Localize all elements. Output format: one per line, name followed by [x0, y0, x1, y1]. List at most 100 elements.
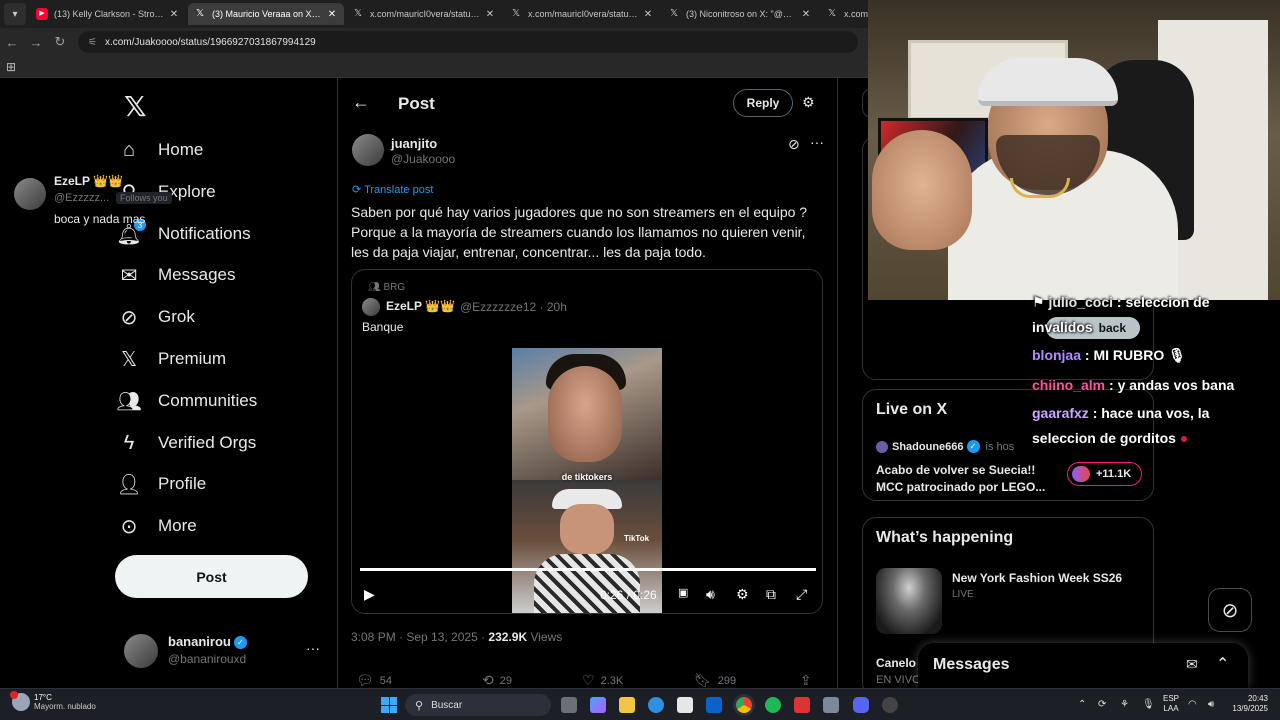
- pip-icon[interactable]: ⧉: [766, 586, 776, 603]
- tray-chevron-icon[interactable]: ⌃: [1078, 699, 1086, 710]
- nav-item-home[interactable]: ⌂ Home: [116, 130, 203, 170]
- more-dots-icon[interactable]: ···: [306, 640, 320, 656]
- reply-text: boca y nada mas: [54, 212, 146, 226]
- like-action[interactable]: ♡ 2.3K: [582, 672, 694, 688]
- reload-icon[interactable]: ↻: [48, 34, 72, 50]
- quote-avatar[interactable]: [362, 298, 380, 316]
- share-action[interactable]: ⇪: [800, 672, 818, 688]
- nav-item-messages[interactable]: ✉ Messages: [116, 255, 236, 295]
- tab-search-button[interactable]: ▾: [4, 3, 26, 25]
- reply-author-name[interactable]: EzeLP 👑👑: [54, 174, 123, 188]
- trend-image[interactable]: [876, 568, 942, 634]
- nav-label: Home: [158, 140, 204, 159]
- nav-item-more[interactable]: ⊙ More: [116, 506, 197, 546]
- video-player[interactable]: de tiktokers TikTok: [512, 348, 662, 613]
- copilot-icon[interactable]: [590, 697, 606, 713]
- nav-item-premium[interactable]: 𝕏 Premium: [116, 339, 226, 379]
- community-name: BRG: [383, 282, 406, 293]
- close-tab-icon[interactable]: ✕: [642, 9, 654, 20]
- x-logo-icon[interactable]: 𝕏: [124, 90, 147, 123]
- browser-tab[interactable]: ▶ (13) Kelly Clarkson - Stronger (W ✕: [30, 3, 186, 25]
- discord-icon[interactable]: [853, 697, 869, 713]
- store-icon[interactable]: [677, 697, 693, 713]
- browser-tab[interactable]: 𝕏x.com/mauricI0vera/status/196 ✕: [346, 3, 502, 25]
- post-button[interactable]: Post: [115, 555, 308, 598]
- streamer-cap: [978, 58, 1118, 106]
- outlook-icon[interactable]: [706, 697, 722, 713]
- reply-avatar[interactable]: [14, 178, 46, 210]
- grok-fab-button[interactable]: ⊘: [1208, 588, 1252, 632]
- more-dots-icon[interactable]: ···: [810, 134, 824, 150]
- home-icon: ⌂: [122, 138, 136, 161]
- app-icon[interactable]: [882, 697, 898, 713]
- close-tab-icon[interactable]: ✕: [800, 9, 812, 20]
- system-clock[interactable]: 20:43 13/9/2025: [1226, 694, 1268, 714]
- back-arrow-icon[interactable]: ←: [0, 35, 24, 50]
- spotify-icon[interactable]: [765, 697, 781, 713]
- reply-action[interactable]: 💬︎ 54: [356, 672, 482, 688]
- nav-item-profile[interactable]: 👤︎ Profile: [116, 464, 206, 504]
- forward-arrow-icon[interactable]: →: [24, 35, 48, 50]
- nav-item-communities[interactable]: 👥︎ Communities: [116, 381, 257, 421]
- nav-item-grok[interactable]: ⊘ Grok: [116, 297, 195, 337]
- volume-icon[interactable]: 🔊︎: [1208, 699, 1214, 710]
- wifi-icon[interactable]: ◠: [1188, 699, 1197, 710]
- trend-item-title[interactable]: Canelo: [876, 656, 916, 670]
- sliders-icon[interactable]: ⚙: [802, 94, 815, 111]
- translate-post-link[interactable]: ⟳ Translate post: [352, 183, 433, 196]
- close-tab-icon[interactable]: ✕: [168, 9, 180, 20]
- back-arrow-icon[interactable]: ←: [352, 92, 370, 113]
- browser-tab-active[interactable]: 𝕏 (3) Mauricio Veraaa on X: "https: ✕: [188, 3, 344, 25]
- app-icon[interactable]: [823, 697, 839, 713]
- windows-start-icon[interactable]: [381, 697, 397, 713]
- video-app-icon[interactable]: [794, 697, 810, 713]
- tray-app-icon[interactable]: ⟳: [1098, 699, 1106, 710]
- community-label[interactable]: 👥︎ BRG: [368, 282, 405, 293]
- close-tab-icon[interactable]: ✕: [326, 9, 338, 20]
- site-info-icon[interactable]: ⚟: [88, 37, 97, 48]
- close-tab-icon[interactable]: ✕: [484, 9, 496, 20]
- chat-text: : MI RUBRO: [1081, 347, 1165, 363]
- streamer-hand: [872, 130, 972, 250]
- task-view-icon[interactable]: [561, 697, 577, 713]
- grok-icon[interactable]: ⊘: [788, 136, 800, 153]
- edge-icon[interactable]: [648, 697, 664, 713]
- nav-item-verified-orgs[interactable]: ϟ Verified Orgs: [116, 423, 257, 463]
- live-listeners[interactable]: +11.1K: [1067, 462, 1143, 486]
- author-handle[interactable]: @Juakoooo: [391, 152, 455, 166]
- account-switcher[interactable]: bananirou ✓ @bananirouxd ···: [124, 632, 324, 672]
- fullscreen-icon[interactable]: ⤢: [796, 586, 807, 603]
- expand-icon[interactable]: ⌃: [1216, 654, 1229, 674]
- microphone-icon[interactable]: 🎙︎: [1142, 699, 1155, 710]
- messages-drawer[interactable]: Messages ✉ ⌃: [918, 643, 1248, 688]
- play-icon[interactable]: ▶: [364, 586, 375, 603]
- input-language[interactable]: ESP LAA: [1163, 694, 1179, 714]
- nav-label: Messages: [158, 265, 236, 284]
- chat-user: blonjaa: [1032, 347, 1082, 363]
- weather-widget[interactable]: 17°C Mayorm. nublado: [10, 691, 96, 711]
- apps-grid-icon[interactable]: ⊞: [6, 60, 16, 74]
- volume-icon[interactable]: 🔊︎: [706, 586, 715, 603]
- file-explorer-icon[interactable]: [619, 697, 635, 713]
- url-input[interactable]: ⚟ x.com/Juakoooo/status/19669270318679941…: [78, 31, 858, 53]
- browser-tab[interactable]: 𝕏x.com/mauricI0vera/status/196 ✕: [504, 3, 660, 25]
- reply-button[interactable]: Reply: [733, 89, 793, 117]
- trend-item-title[interactable]: New York Fashion Week SS26: [952, 571, 1122, 585]
- author-name[interactable]: juanjito: [391, 136, 437, 151]
- captions-icon[interactable]: ▣: [678, 586, 688, 599]
- settings-gear-icon[interactable]: ⚙: [736, 586, 749, 603]
- repost-action[interactable]: ⟲ 29: [482, 672, 582, 688]
- taskbar-search[interactable]: ⚲ Buscar: [405, 694, 551, 716]
- quote-author-name[interactable]: EzeLP 👑👑: [386, 299, 455, 313]
- live-host[interactable]: Shadoune666 ✓ is hos: [876, 440, 1014, 453]
- chrome-icon[interactable]: [736, 697, 752, 713]
- author-avatar[interactable]: [352, 134, 384, 166]
- quoted-post[interactable]: 👥︎ BRG EzeLP 👑👑 @Ezzzzzze12 · 20h Banque…: [351, 269, 823, 614]
- compose-message-icon[interactable]: ✉: [1186, 656, 1198, 673]
- bookmark-action[interactable]: 🔖︎ 299: [694, 672, 800, 688]
- video-progress-bar[interactable]: [360, 568, 816, 571]
- tray-app-icon[interactable]: ⚘: [1120, 699, 1129, 710]
- browser-tab[interactable]: 𝕏 (3) Niconitroso on X: "@banan ✕: [662, 3, 818, 25]
- chat-text: : hace una vos, la: [1088, 405, 1210, 421]
- post-timestamp: 3:08 PM · Sep 13, 2025 · 232.9K Views: [351, 630, 562, 644]
